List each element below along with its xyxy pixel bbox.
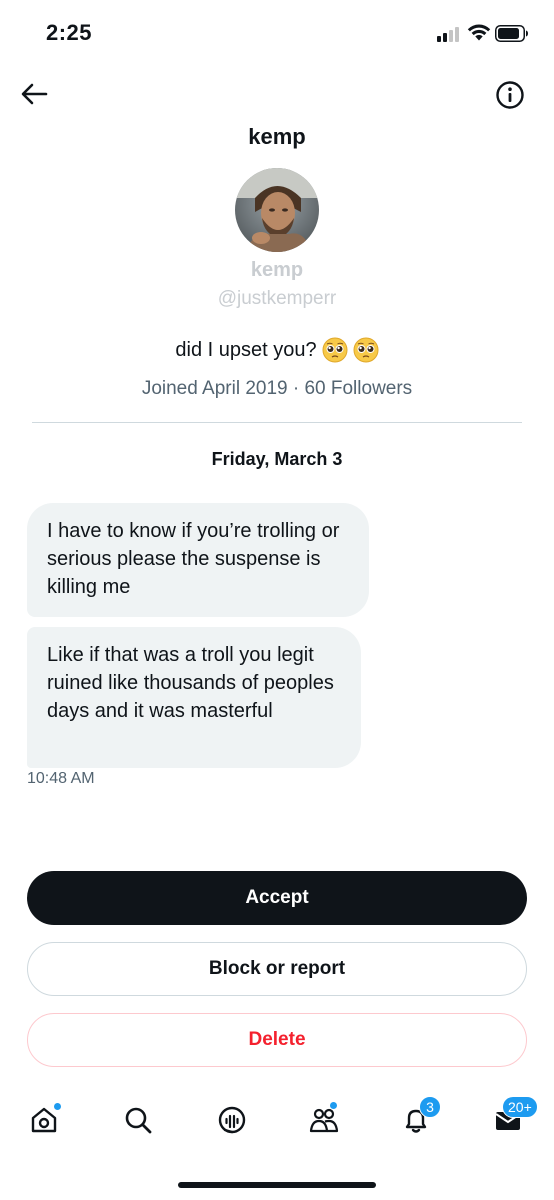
pleading-face-icon: [322, 337, 348, 363]
communities-notification-dot: [329, 1101, 338, 1110]
message-bubble[interactable]: I have to know if you’re trolling or ser…: [27, 503, 369, 617]
spaces-icon: [218, 1106, 246, 1134]
nav-spaces[interactable]: [210, 1098, 254, 1142]
profile-meta: Joined April 2019 · 60 Followers: [141, 378, 413, 399]
nav-messages[interactable]: 20+: [486, 1096, 538, 1142]
conversation-info-button[interactable]: [494, 79, 526, 111]
profile-name[interactable]: kemp: [0, 259, 554, 282]
cellular-signal-icon: [437, 26, 463, 42]
home-notification-dot: [53, 1102, 62, 1111]
delete-button[interactable]: Delete: [27, 1013, 527, 1067]
notification-count-badge: 3: [419, 1096, 441, 1118]
pleading-face-icon: [353, 337, 379, 363]
date-separator: Friday, March 3: [211, 449, 343, 469]
profile-handle: @justkemperr: [217, 288, 337, 309]
messages-count-badge: 20+: [502, 1096, 538, 1118]
status-time: 2:25: [46, 20, 93, 45]
message-timestamp: 10:48 AM: [27, 770, 95, 787]
nav-communities[interactable]: [302, 1098, 346, 1142]
back-button[interactable]: [18, 78, 50, 110]
nav-notifications[interactable]: 3: [394, 1096, 441, 1142]
block-or-report-button[interactable]: Block or report: [27, 942, 527, 996]
home-indicator: [178, 1182, 376, 1188]
search-icon: [125, 1107, 152, 1134]
info-icon: [496, 81, 524, 109]
battery-icon: [495, 25, 528, 42]
avatar-photo: [235, 168, 319, 252]
profile-bio: did I upset you?: [0, 337, 554, 363]
status-bar: 2:25: [0, 0, 554, 60]
nav-search[interactable]: [116, 1098, 160, 1142]
conversation-title: kemp: [248, 124, 306, 149]
message-bubble[interactable]: Like if that was a troll you legit ruine…: [27, 627, 361, 768]
nav-home[interactable]: [22, 1098, 66, 1142]
arrow-left-icon: [21, 83, 48, 105]
accept-button[interactable]: Accept: [27, 871, 527, 925]
bottom-navigation: 3 20+: [0, 1090, 554, 1150]
divider: [32, 422, 522, 423]
profile-bio-text: did I upset you?: [175, 338, 317, 361]
wifi-icon: [467, 24, 491, 41]
avatar[interactable]: [235, 168, 319, 252]
